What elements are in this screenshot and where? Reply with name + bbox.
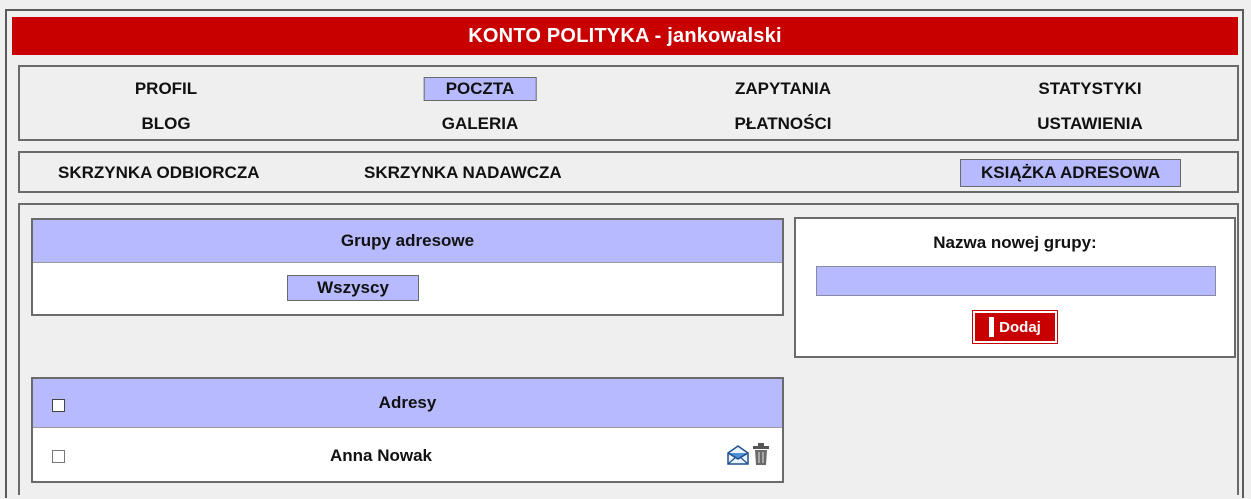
envelope-icon[interactable] (726, 444, 750, 466)
nav-zapytania[interactable]: ZAPYTANIA (727, 77, 839, 101)
nav-platnosci[interactable]: PŁATNOŚCI (727, 112, 840, 136)
add-bar-icon (989, 317, 995, 337)
addresses-panel: Adresy (31, 377, 784, 483)
address-groups-header: Grupy adresowe (33, 220, 782, 263)
nav-poczta[interactable]: POCZTA (423, 77, 537, 101)
trash-icon[interactable] (751, 442, 771, 466)
new-group-label: Nazwa nowej grupy: (933, 233, 1097, 252)
select-all-checkbox[interactable] (52, 399, 65, 412)
page-title: KONTO POLITYKA - jankowalski (12, 17, 1238, 55)
mail-nav-outbox[interactable]: SKRZYNKA NADAWCZA (364, 163, 562, 183)
nav-galeria[interactable]: GALERIA (434, 112, 527, 136)
add-group-label: Dodaj (999, 318, 1041, 336)
new-group-name-input[interactable] (816, 266, 1216, 296)
contact-name: Anna Nowak (330, 446, 433, 465)
mail-nav: SKRZYNKA ODBIORCZA SKRZYNKA NADAWCZA KSI… (18, 151, 1239, 193)
address-groups-title: Grupy adresowe (340, 231, 475, 250)
nav-ustawienia[interactable]: USTAWIENIA (1029, 112, 1150, 136)
nav-blog[interactable]: BLOG (133, 112, 198, 136)
group-wszyscy-button[interactable]: Wszyscy (287, 275, 419, 301)
group-wszyscy-label: Wszyscy (317, 278, 389, 297)
row-checkbox[interactable] (52, 450, 65, 463)
nav-statystyki[interactable]: STATYSTYKI (1030, 77, 1149, 101)
account-title: KONTO POLITYKA - jankowalski (468, 24, 782, 47)
mail-nav-inbox[interactable]: SKRZYNKA ODBIORCZA (58, 163, 259, 183)
nav-profil[interactable]: PROFIL (127, 77, 205, 101)
addresses-header: Adresy (33, 379, 782, 428)
main-nav: PROFIL POCZTA ZAPYTANIA STATYSTYKI BLOG … (18, 65, 1239, 141)
addresses-title: Adresy (378, 393, 437, 412)
add-group-button-face: Dodaj (975, 313, 1055, 341)
address-groups-panel: Grupy adresowe (31, 218, 784, 316)
mail-nav-address-book[interactable]: KSIĄŻKA ADRESOWA (960, 159, 1182, 187)
add-group-button[interactable]: Dodaj (972, 310, 1058, 344)
